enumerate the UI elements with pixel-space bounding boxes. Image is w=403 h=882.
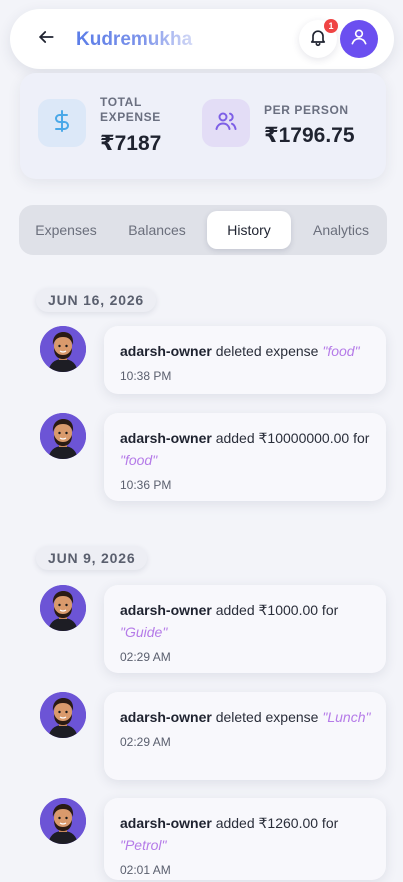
trip-title: Kudremukha [76, 27, 196, 53]
history-time: 02:29 AM [120, 735, 171, 749]
history-user: adarsh-owner [120, 430, 212, 446]
history-entry: adarsh-owner added ₹10000000.00 for "foo… [104, 413, 386, 501]
history-item: "Lunch" [322, 709, 371, 725]
per-person-label: PER PERSON [264, 103, 349, 117]
section-tabs: Expenses Balances History Analytics [19, 205, 387, 255]
history-user: adarsh-owner [120, 709, 212, 725]
history-user: adarsh-owner [120, 602, 212, 618]
history-time: 10:36 PM [120, 478, 172, 492]
history-message: adarsh-owner added ₹1260.00 for "Petrol" [120, 812, 372, 856]
total-expense-value: ₹7187 [100, 132, 162, 155]
app-screen: Kudremukha 1 TOTAL EXPENSE ₹7187 PER PER… [0, 0, 403, 882]
tab-analytics[interactable]: Analytics [301, 211, 381, 249]
profile-button[interactable] [340, 20, 378, 58]
history-user: adarsh-owner [120, 343, 212, 359]
history-time: 10:38 PM [120, 369, 172, 383]
history-action: added ₹10000000.00 for [215, 430, 370, 446]
history-entry: adarsh-owner added ₹1260.00 for "Petrol"… [104, 798, 386, 880]
user-icon [349, 27, 369, 52]
notification-badge: 1 [324, 19, 338, 33]
history-action: added ₹1000.00 for [215, 602, 339, 618]
avatar [40, 413, 86, 459]
arrow-left-icon [36, 27, 56, 52]
per-person-icon-box [202, 99, 250, 147]
total-expense-icon-box [38, 99, 86, 147]
history-message: adarsh-owner deleted expense "Lunch" [120, 706, 372, 728]
history-entry: adarsh-owner deleted expense "Lunch" 02:… [104, 692, 386, 780]
history-item: "food" [120, 452, 158, 468]
tab-balances[interactable]: Balances [117, 211, 197, 249]
avatar [40, 585, 86, 631]
avatar [40, 326, 86, 372]
back-button[interactable] [34, 27, 58, 51]
avatar [40, 692, 86, 738]
date-header: JUN 9, 2026 [36, 546, 148, 570]
date-header: JUN 16, 2026 [36, 288, 156, 312]
top-bar: Kudremukha 1 [10, 9, 394, 69]
avatar [40, 798, 86, 844]
history-time: 02:01 AM [120, 863, 171, 877]
history-message: adarsh-owner deleted expense "food" [120, 340, 372, 362]
history-item: "Guide" [120, 624, 168, 640]
history-item: "food" [322, 343, 360, 359]
history-message: adarsh-owner added ₹10000000.00 for "foo… [120, 427, 372, 471]
dollar-icon [50, 109, 74, 138]
notifications-button[interactable]: 1 [299, 19, 338, 58]
history-action: deleted expense [215, 709, 319, 725]
tab-history[interactable]: History [207, 211, 291, 249]
history-action: deleted expense [215, 343, 319, 359]
expense-summary-card: TOTAL EXPENSE ₹7187 PER PERSON ₹1796.75 [20, 73, 386, 179]
history-time: 02:29 AM [120, 650, 171, 664]
history-entry: adarsh-owner added ₹1000.00 for "Guide" … [104, 585, 386, 673]
history-item: "Petrol" [120, 837, 167, 853]
history-entry: adarsh-owner deleted expense "food" 10:3… [104, 326, 386, 394]
history-user: adarsh-owner [120, 815, 212, 831]
history-action: added ₹1260.00 for [215, 815, 339, 831]
per-person-value: ₹1796.75 [264, 124, 355, 147]
total-expense-label: TOTAL EXPENSE [100, 95, 161, 124]
history-message: adarsh-owner added ₹1000.00 for "Guide" [120, 599, 372, 643]
users-icon [214, 109, 238, 138]
tab-expenses[interactable]: Expenses [27, 211, 105, 249]
